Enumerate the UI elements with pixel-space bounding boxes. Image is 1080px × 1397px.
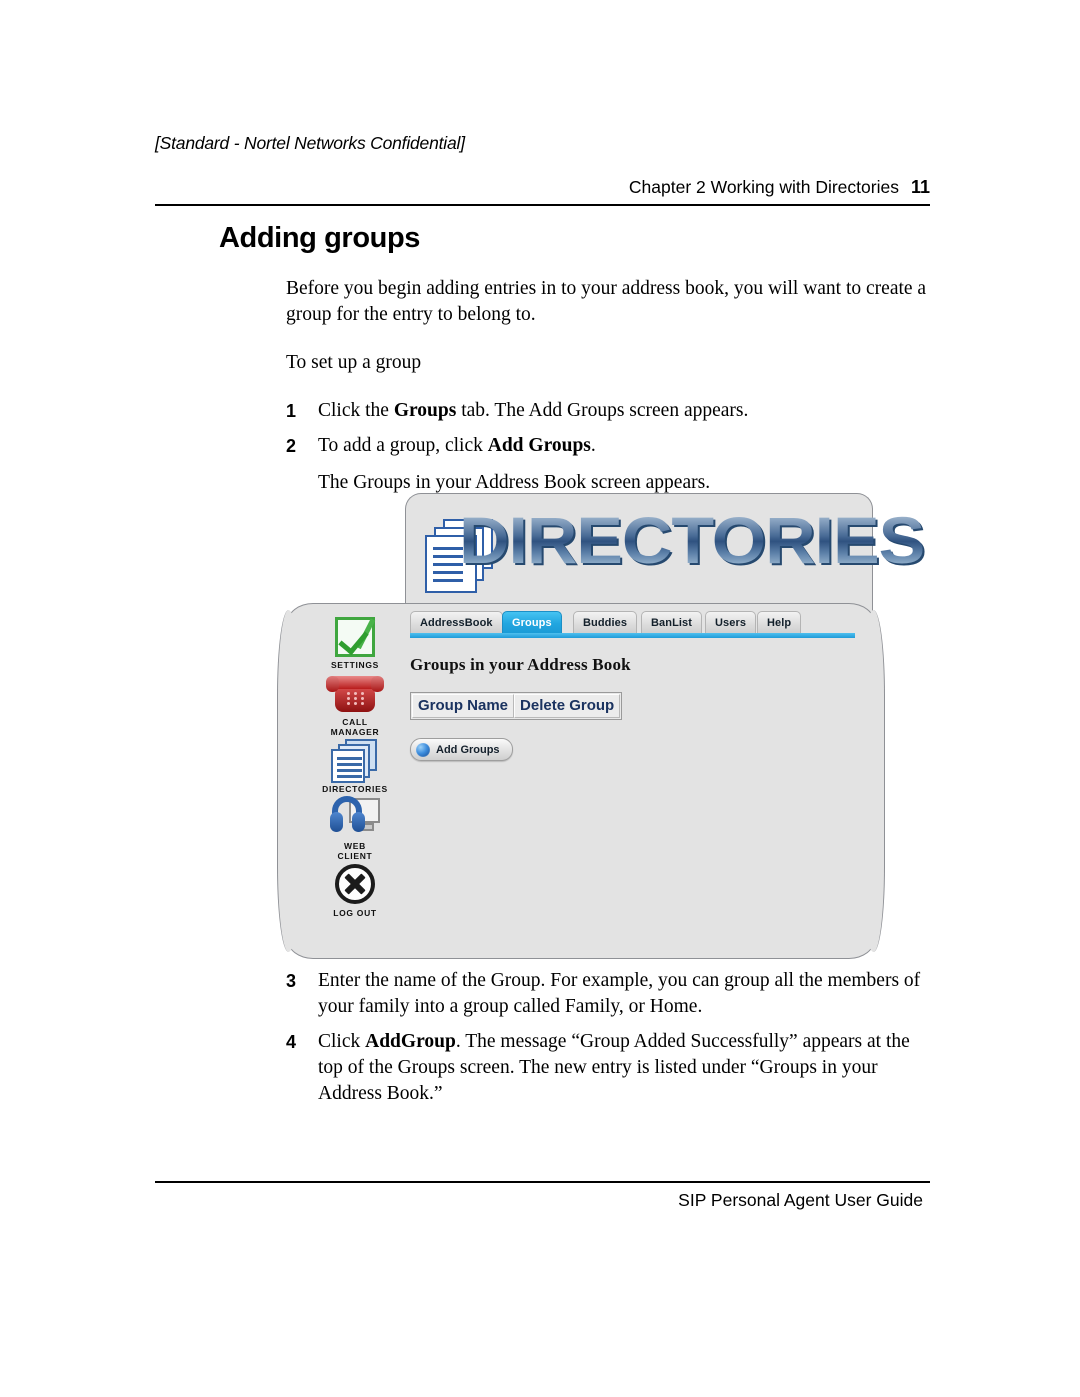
footer-guide-title: SIP Personal Agent User Guide — [678, 1190, 923, 1210]
tab-underline — [410, 633, 855, 638]
column-header-delete-group[interactable]: Delete Group — [514, 694, 621, 718]
column-header-group-name[interactable]: Group Name — [412, 694, 515, 718]
tab-users[interactable]: Users — [705, 611, 757, 633]
step-text-bold: Groups — [393, 400, 457, 421]
document-page: [Standard - Nortel Networks Confidential… — [0, 0, 1080, 1397]
add-groups-button[interactable]: Add Groups — [410, 738, 513, 761]
step-number: 4 — [286, 1032, 297, 1052]
log-out-x-circle-icon — [309, 863, 401, 907]
sidebar-label-settings: SETTINGS — [330, 660, 380, 670]
app-content-layer: DIRECTORIES DIRECTORIES SETTINGS — [287, 493, 927, 963]
sidebar-label-call-manager: CALL MANAGER — [330, 717, 380, 737]
body-column: Before you begin adding entries in to yo… — [286, 276, 931, 496]
step-text-before: To add a group, click — [318, 435, 488, 456]
step-text-after: . — [590, 435, 596, 456]
footer-divider — [155, 1181, 930, 1183]
lead-in-paragraph: To set up a group — [286, 352, 422, 373]
call-manager-phone-icon — [309, 672, 401, 716]
page-number: 11 — [910, 177, 930, 197]
sidebar-item-directories[interactable]: DIRECTORIES — [309, 739, 401, 794]
header-divider — [155, 204, 930, 206]
step-text-after: tab. The Add Groups screen appears. — [456, 400, 749, 421]
step-text-bold: AddGroup — [365, 1031, 456, 1052]
web-client-headset-icon — [309, 796, 401, 840]
tab-addressbook[interactable]: AddressBook — [410, 611, 503, 633]
sidebar-item-log-out[interactable]: LOG OUT — [309, 863, 401, 918]
body-column-lower: 3 Enter the name of the Group. For exampl… — [286, 968, 931, 1116]
step-item: 4 Click AddGroup. The message “Group Adde… — [286, 1029, 931, 1107]
sidebar-item-call-manager[interactable]: CALL MANAGER — [309, 672, 401, 737]
step-item: 2 To add a group, click Add Groups. — [286, 433, 931, 459]
chapter-header: Chapter 2 Working with Directories 11 — [629, 177, 930, 198]
page-title: Adding groups — [219, 222, 420, 254]
step-text-before: Enter the name of the Group. For example… — [318, 970, 921, 1017]
intro-paragraph: Before you begin adding entries in to yo… — [286, 278, 927, 325]
tab-help[interactable]: Help — [757, 611, 802, 633]
tab-buddies[interactable]: Buddies — [573, 611, 638, 633]
panel-heading: Groups in your Address Book — [410, 655, 631, 674]
step-number: 1 — [286, 401, 297, 421]
settings-icon — [309, 615, 401, 659]
blue-orb-icon — [416, 742, 430, 757]
confidentiality-notice: [Standard - Nortel Networks Confidential… — [155, 133, 465, 153]
directories-documents-icon — [309, 739, 401, 783]
step-number: 3 — [286, 971, 297, 991]
add-groups-button-label: Add Groups — [436, 743, 500, 756]
application-screenshot-figure: DIRECTORIES DIRECTORIES SETTINGS — [277, 493, 927, 963]
step-text-before: Click the — [318, 400, 394, 421]
step-number: 2 — [286, 436, 297, 456]
chapter-label: Chapter 2 Working with Directories — [628, 177, 899, 197]
app-tab-bar: AddressBook Groups Buddies BanList Users… — [410, 611, 855, 638]
step-text-before: Click — [318, 1031, 366, 1052]
steps-list-top: 1 Click the Groups tab. The Add Groups sc… — [286, 398, 931, 496]
steps-list-bottom: 3 Enter the name of the Group. For exampl… — [286, 968, 931, 1107]
tab-groups[interactable]: Groups — [502, 611, 562, 633]
sidebar-item-settings[interactable]: SETTINGS — [309, 615, 401, 670]
step-text-bold: Add Groups — [487, 435, 591, 456]
sidebar-label-web-client: WEB CLIENT — [337, 841, 373, 861]
step-item: 3 Enter the name of the Group. For exampl… — [286, 968, 931, 1020]
groups-table: Group Name Delete Group — [410, 692, 623, 720]
step-item: 1 Click the Groups tab. The Add Groups sc… — [286, 398, 931, 424]
tab-banlist[interactable]: BanList — [641, 611, 703, 633]
sidebar-label-directories: DIRECTORIES — [322, 784, 388, 794]
sidebar-label-log-out: LOG OUT — [333, 908, 377, 918]
app-content-area: AddressBook Groups Buddies BanList Users… — [410, 611, 855, 762]
wordmark-text: DIRECTORIES — [459, 503, 925, 577]
app-sidebar: SETTINGS CALL MANAGER DIRECTORIES WEB CL… — [309, 615, 401, 920]
sidebar-item-web-client[interactable]: WEB CLIENT — [309, 796, 401, 861]
directories-wordmark: DIRECTORIES DIRECTORIES — [423, 503, 927, 603]
